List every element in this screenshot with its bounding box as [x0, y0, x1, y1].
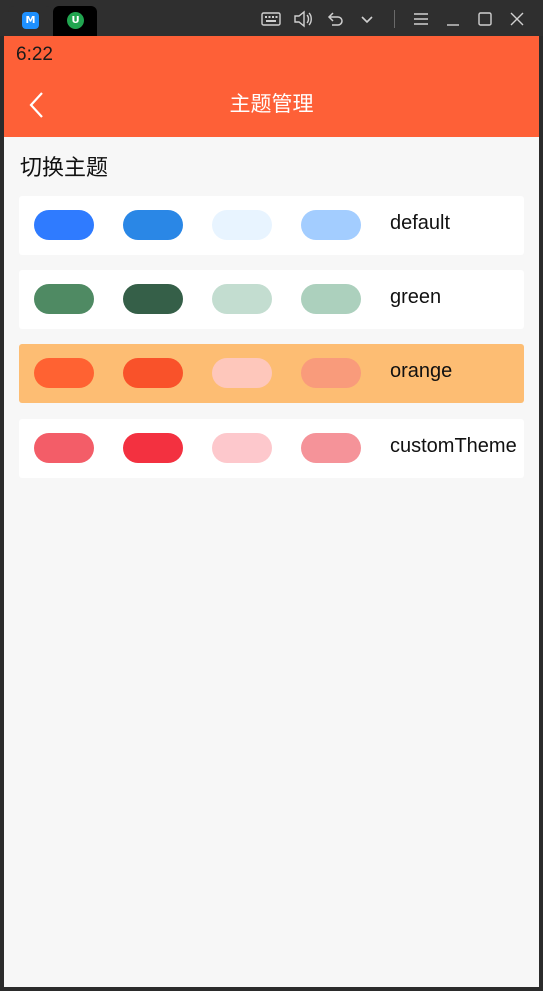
color-swatch	[123, 358, 183, 388]
tab-app-m[interactable]: M	[8, 6, 52, 36]
theme-name: orange	[390, 360, 453, 382]
color-swatch	[212, 284, 272, 314]
status-time: 6:22	[16, 44, 53, 65]
theme-name: green	[390, 286, 442, 308]
app-u-icon: U	[67, 12, 84, 29]
color-swatch	[301, 210, 361, 240]
color-swatch	[34, 433, 94, 463]
page-title: 主题管理	[229, 92, 314, 116]
app-screen: 6:22 主题管理 切换主题 default green orange customT…	[4, 36, 539, 987]
theme-row-customTheme[interactable]: customTheme	[19, 419, 524, 478]
color-swatch	[34, 284, 94, 314]
titlebar-divider	[394, 10, 395, 28]
color-swatch	[212, 210, 272, 240]
tab-app-u[interactable]: U	[53, 6, 97, 36]
color-swatch	[301, 358, 361, 388]
minimize-icon[interactable]	[442, 8, 464, 30]
color-swatch	[123, 433, 183, 463]
window-titlebar: M U	[0, 0, 543, 36]
color-swatch	[123, 210, 183, 240]
volume-icon[interactable]	[292, 8, 314, 30]
emulator-window: M U 6:22 主题管理 切换主题 default green orange …	[0, 0, 543, 991]
theme-name: customTheme	[390, 435, 517, 457]
color-swatch	[301, 284, 361, 314]
theme-row-default[interactable]: default	[19, 196, 524, 255]
theme-row-green[interactable]: green	[19, 270, 524, 329]
color-swatch	[301, 433, 361, 463]
app-m-icon: M	[22, 12, 39, 29]
color-swatch	[34, 210, 94, 240]
close-icon[interactable]	[506, 8, 528, 30]
theme-row-orange[interactable]: orange	[19, 344, 524, 403]
maximize-icon[interactable]	[474, 8, 496, 30]
menu-icon[interactable]	[410, 8, 432, 30]
color-swatch	[34, 358, 94, 388]
color-swatch	[123, 284, 183, 314]
color-swatch	[212, 358, 272, 388]
section-title: 切换主题	[20, 156, 109, 181]
undo-icon[interactable]	[324, 8, 346, 30]
chevron-down-icon[interactable]	[356, 8, 378, 30]
color-swatch	[212, 433, 272, 463]
theme-name: default	[390, 212, 451, 234]
keyboard-icon[interactable]	[260, 8, 282, 30]
app-header: 6:22 主题管理	[4, 36, 539, 137]
